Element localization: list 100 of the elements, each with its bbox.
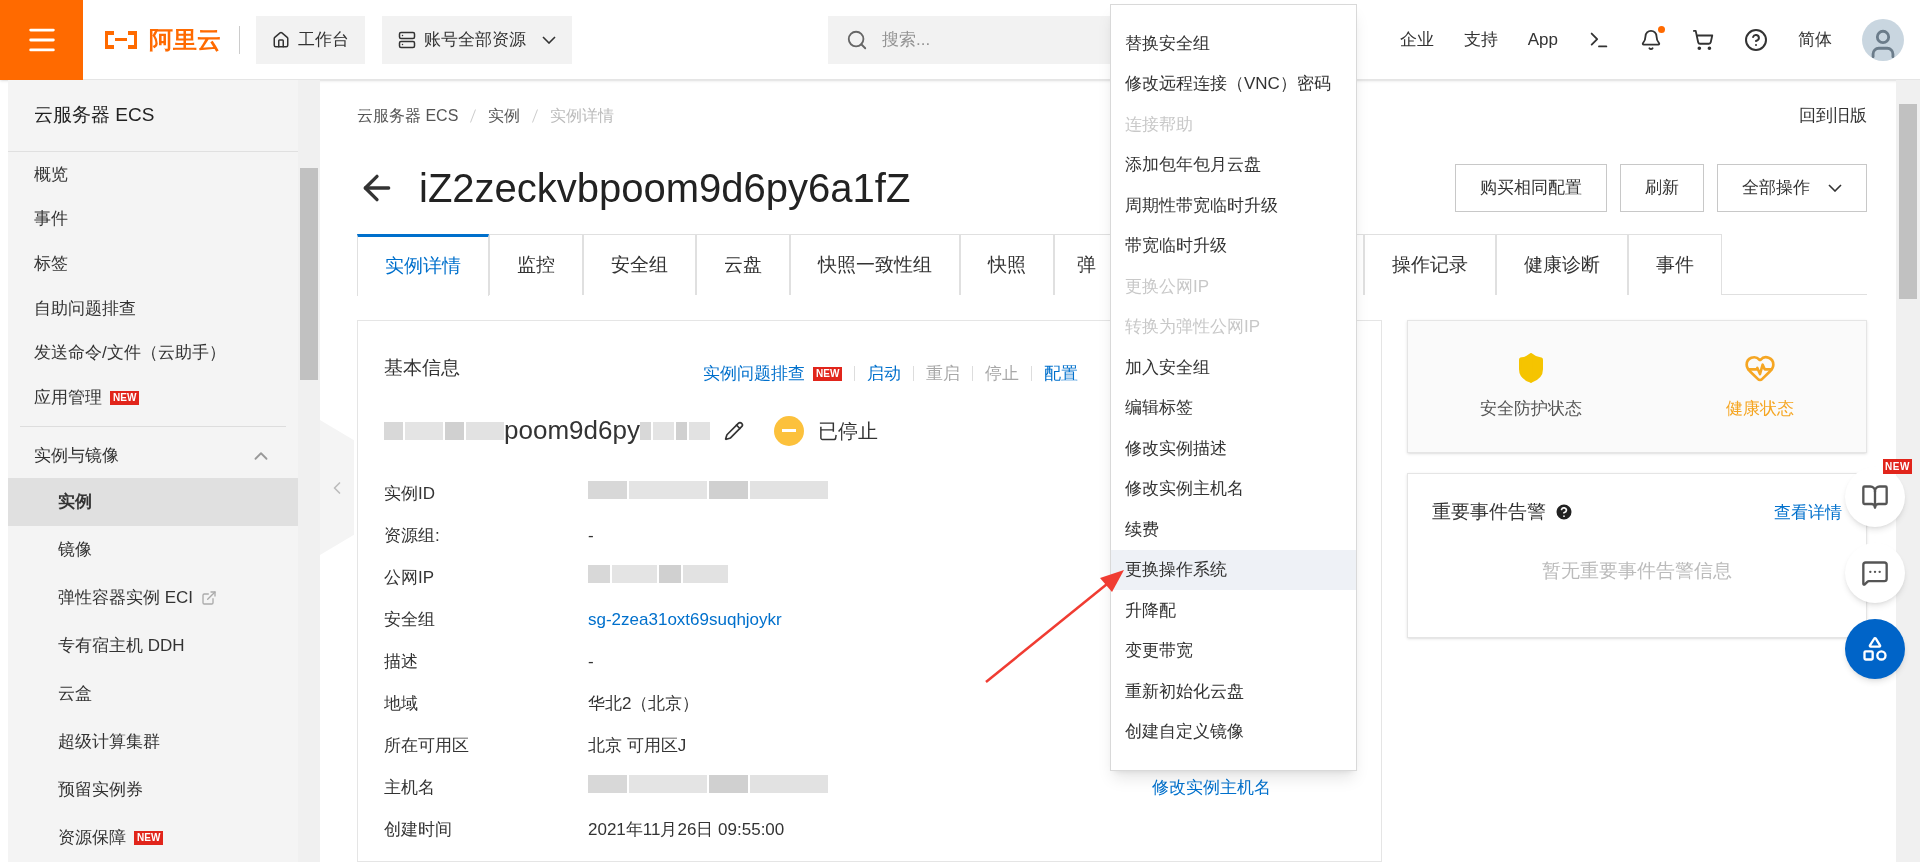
logo-text: 阿里云 [149,24,221,55]
tab[interactable]: 安全组 [583,234,696,295]
language-link[interactable]: 简体 [1798,26,1832,53]
field-label: 所在可用区 [384,734,470,757]
book-icon [1861,483,1889,511]
sidebar-item[interactable]: 专有宿主机 DDH [8,621,298,670]
field-value: - [588,525,594,545]
menu-item[interactable]: 变更带宽 [1111,630,1356,671]
alerts-title: 重要事件告警 [1432,500,1546,524]
menu-item[interactable]: 带宽临时升级 [1111,225,1356,266]
sidebar-item[interactable]: 镜像 [8,525,298,574]
tab[interactable]: 事件 [1628,234,1722,295]
home-icon [272,30,290,49]
tab[interactable]: 快照一致性组 [790,234,960,295]
resource-selector[interactable]: 账号全部资源 [382,15,572,64]
field-label: 实例ID [384,482,436,505]
edit-icon[interactable] [723,420,744,441]
avatar[interactable] [1862,18,1904,61]
tab[interactable]: 健康诊断 [1496,234,1628,295]
menu-item[interactable]: 添加包年包月云盘 [1111,144,1356,185]
old-version-link[interactable]: 回到旧版 [1799,103,1867,129]
notification-button[interactable] [1640,28,1662,51]
bell-icon [1640,28,1662,51]
sidebar-item[interactable]: 实例 [8,477,298,526]
field-value: 2021年11月26日 09:55:00 [588,819,785,839]
header-button[interactable]: 全部操作 [1717,164,1867,212]
security-group-link[interactable]: sg-2zea31oxt69suqhjoykr [588,609,782,629]
menu-item[interactable]: 更换操作系统 [1111,549,1356,590]
cart-icon[interactable] [1692,28,1714,51]
tab[interactable]: 监控 [489,234,583,295]
stopped-icon [773,415,804,446]
field-label: 创建时间 [384,818,453,841]
tab[interactable]: 快照 [960,234,1054,295]
view-details-link[interactable]: 查看详情 [1774,499,1842,525]
field-label: 资源组: [384,524,441,547]
tab[interactable]: 云盘 [696,234,790,295]
sidebar-item[interactable]: 自助问题排查 [8,286,298,331]
sidebar-item[interactable]: 预留实例券 [8,765,298,814]
instance-title: iZ2zeckvbpoom9d6py6a1fZ [419,165,911,212]
menu-item[interactable]: 升降配 [1111,590,1356,631]
sidebar-item[interactable]: 发送命令/文件（云助手） [8,330,298,376]
sidebar-item[interactable]: 云盒 [8,669,298,718]
chat-icon [1861,559,1889,587]
sidebar-group[interactable]: 实例与镜像 [8,433,298,478]
status-text: 已停止 [817,418,878,444]
field-value: 华北2（北京） [588,693,700,713]
nav-link[interactable]: 企业 [1399,26,1434,53]
nav-link[interactable]: 支持 [1463,26,1498,53]
sidebar-item[interactable]: 超级计算集群 [8,717,298,766]
breadcrumb-link[interactable]: 云服务器 ECS [357,104,459,128]
new-badge: NEW [813,366,843,381]
action-link[interactable]: 实例问题排查 NEW [703,361,843,387]
new-badge: NEW [1883,459,1912,474]
field-label: 公网IP [384,566,436,589]
instance-name: poom9d6py [504,414,640,447]
empty-message: 暂无重要事件告警信息 [1541,558,1733,583]
menu-item[interactable]: 创建自定义镜像 [1111,711,1356,752]
tab[interactable]: 操作记录 [1364,234,1496,295]
field-label: 主机名 [384,776,436,799]
new-badge: NEW [110,390,140,405]
sidebar-item[interactable]: 弹性容器实例 ECI [8,573,298,622]
menu-item[interactable]: 编辑标签 [1111,387,1356,428]
menu-item[interactable]: 修改实例描述 [1111,428,1356,469]
help-icon[interactable] [1744,27,1768,52]
search-icon [846,28,868,51]
action-link[interactable]: 启动 [867,361,902,387]
feedback-button[interactable] [1845,543,1905,603]
section-title: 基本信息 [384,355,461,380]
server-icon [398,30,416,49]
header-button[interactable]: 购买相同配置 [1455,164,1607,212]
breadcrumb-link[interactable]: 实例 [488,104,521,128]
menu-item[interactable]: 加入安全组 [1111,347,1356,388]
field-label: 地域 [384,692,419,715]
tab[interactable]: 实例详情 [357,234,489,296]
sidebar-item[interactable]: 概览 [8,152,298,197]
action-link[interactable]: 配置 [1044,361,1079,387]
menu-item[interactable]: 修改远程连接（VNC）密码 [1111,63,1356,104]
sidebar-item[interactable]: 事件 [8,196,298,242]
menu-item[interactable]: 重新初始化云盘 [1111,671,1356,712]
field-value: 北京 可用区J [588,735,687,755]
edit-hostname-link[interactable]: 修改实例主机名 [1152,774,1271,801]
menu-item[interactable]: 修改实例主机名 [1111,468,1356,509]
apps-button[interactable] [1845,619,1905,679]
workbench-button[interactable]: 工作台 [256,15,365,64]
sidebar-item[interactable]: 标签 [8,241,298,287]
sidebar-title: 云服务器 ECS [34,103,155,128]
field-label: 描述 [384,650,419,673]
menu-item[interactable]: 续费 [1111,509,1356,550]
nav-link[interactable]: App [1527,26,1558,53]
menu-button[interactable] [0,0,83,80]
field-value: - [588,651,594,671]
masked-text [639,421,710,440]
menu-item[interactable]: 周期性带宽临时升级 [1111,185,1356,226]
new-badge: NEW [134,830,164,845]
status-item[interactable]: 安全防护状态 [1480,351,1582,422]
header-button[interactable]: 刷新 [1620,164,1704,212]
breadcrumb-separator [470,109,477,123]
apps-icon [1861,635,1889,663]
sidebar-item[interactable]: 应用管理 NEW [8,375,298,421]
sidebar-item[interactable]: 资源保障 NEW [8,813,298,862]
